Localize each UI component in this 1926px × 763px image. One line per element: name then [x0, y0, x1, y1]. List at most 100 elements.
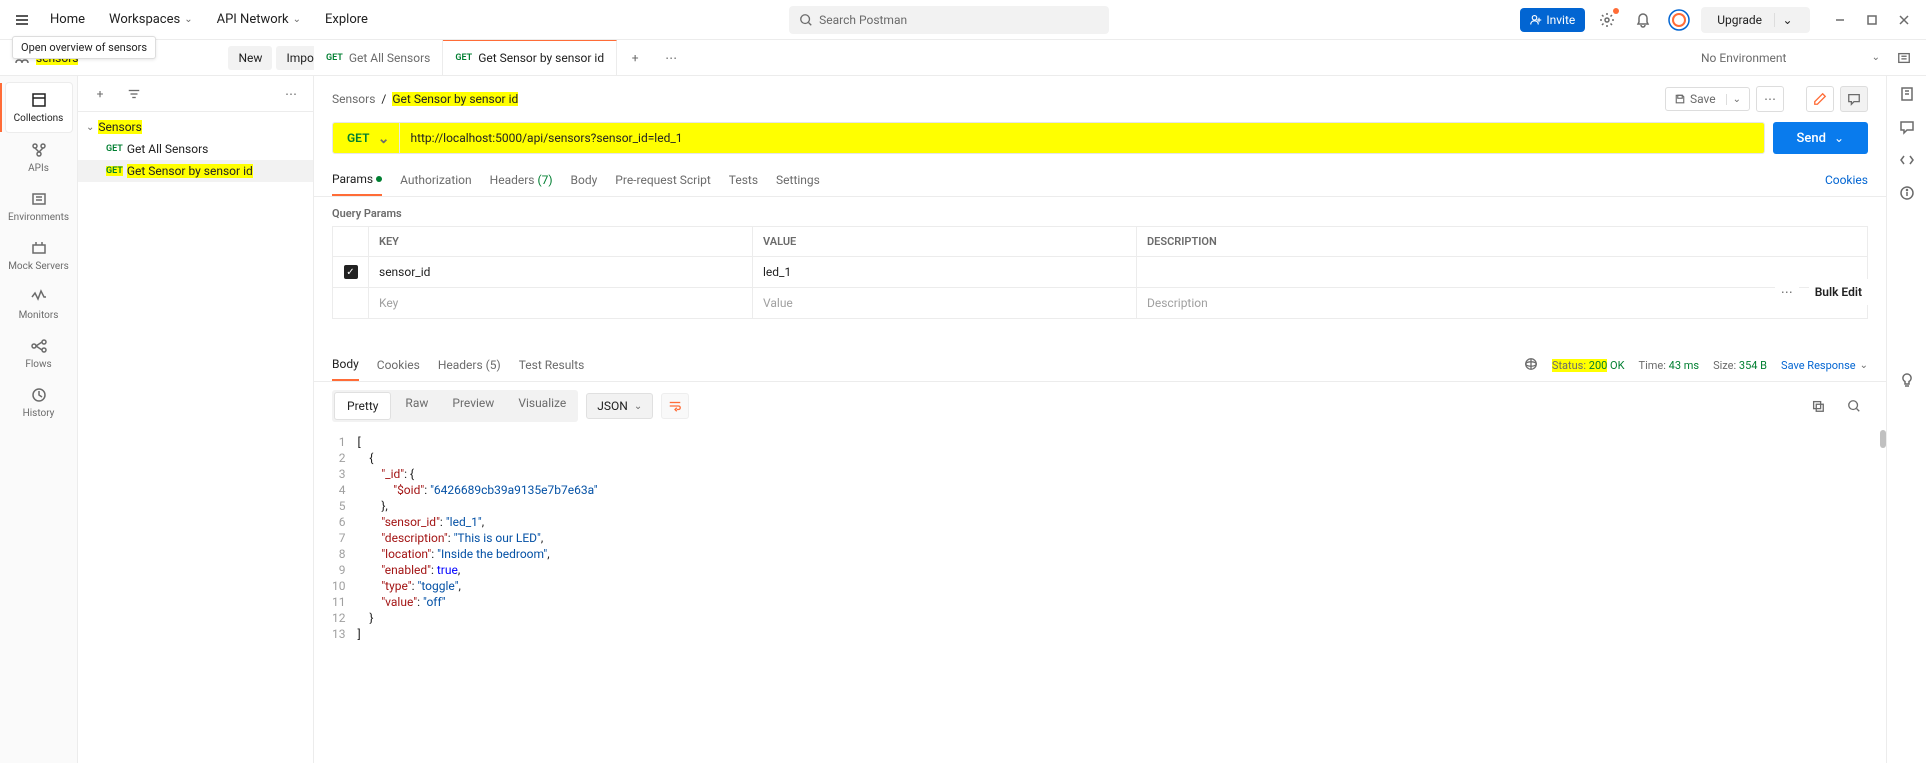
query-params-title: Query Params — [314, 197, 1886, 226]
chevron-down-icon: ⌄ — [1872, 52, 1880, 63]
chevron-down-icon: ⌄ — [634, 401, 642, 412]
save-label: Save — [1690, 92, 1716, 106]
tab-get-all-sensors[interactable]: GET Get All Sensors — [314, 40, 443, 75]
tree-item-get-all[interactable]: GET Get All Sensors — [78, 138, 313, 160]
resp-tab-tests[interactable]: Test Results — [519, 350, 585, 380]
resp-tab-headers[interactable]: Headers (5) — [438, 350, 501, 380]
req-tab-body[interactable]: Body — [571, 165, 598, 195]
menu-icon[interactable] — [8, 6, 36, 34]
save-response-label: Save Response — [1781, 359, 1856, 372]
bulk-edit-button[interactable]: Bulk Edit — [1809, 279, 1868, 305]
response-view-group: Pretty Raw Preview Visualize — [332, 390, 578, 422]
header-check — [333, 227, 369, 256]
chevron-down-icon: ⌄ — [293, 14, 301, 25]
window-minimize-icon[interactable] — [1826, 6, 1854, 34]
params-more-icon[interactable]: ⋯ — [1775, 279, 1799, 305]
header-desc: DESCRIPTION — [1137, 227, 1867, 256]
scrollbar[interactable] — [1880, 430, 1886, 448]
network-icon[interactable] — [1524, 357, 1538, 374]
send-button[interactable]: Send — [1773, 122, 1868, 154]
search-placeholder: Search Postman — [819, 13, 907, 27]
tab-add-button[interactable]: + — [617, 40, 653, 75]
param-checkbox[interactable]: ✓ — [333, 257, 369, 287]
rail-monitors[interactable]: Monitors — [5, 280, 73, 329]
param-desc-input[interactable] — [1137, 257, 1867, 287]
tree-collection-sensors[interactable]: ⌄ Sensors — [78, 116, 313, 138]
sidebar-filter-icon[interactable] — [120, 80, 148, 108]
comments-icon[interactable] — [1899, 119, 1915, 138]
avatar[interactable] — [1665, 6, 1693, 34]
rail-collections[interactable]: Collections — [5, 82, 73, 133]
rail-mock[interactable]: Mock Servers — [5, 231, 73, 280]
param-value-input[interactable]: led_1 — [753, 257, 1137, 287]
view-preview[interactable]: Preview — [440, 390, 506, 422]
req-tab-auth[interactable]: Authorization — [400, 165, 472, 195]
new-button[interactable]: New — [228, 46, 272, 70]
param-key-input[interactable]: sensor_id — [369, 257, 753, 287]
format-selector[interactable]: JSON⌄ — [586, 393, 653, 419]
rail-apis[interactable]: APIs — [5, 133, 73, 182]
cookies-link[interactable]: Cookies — [1825, 173, 1868, 187]
info-icon[interactable] — [1899, 185, 1915, 204]
param-key-placeholder[interactable]: Key — [369, 288, 753, 318]
method-selector[interactable]: GET — [333, 123, 400, 153]
lightbulb-icon[interactable] — [1899, 372, 1915, 391]
window-maximize-icon[interactable] — [1858, 6, 1886, 34]
rail-environments[interactable]: Environments — [5, 182, 73, 231]
sidebar-add-icon[interactable]: + — [86, 80, 114, 108]
edit-icon[interactable] — [1806, 86, 1834, 112]
req-tab-tests[interactable]: Tests — [729, 165, 758, 195]
rail-history[interactable]: History — [5, 378, 73, 427]
req-tab-settings[interactable]: Settings — [776, 165, 820, 195]
json-response[interactable]: 12345678910111213 [ { "_id": { "$oid": "… — [314, 430, 1886, 662]
resp-tab-cookies[interactable]: Cookies — [377, 350, 420, 380]
environment-quicklook-icon[interactable] — [1890, 44, 1918, 72]
resp-tab-body[interactable]: Body — [332, 349, 359, 381]
save-response-button[interactable]: Save Response⌄ — [1781, 359, 1868, 372]
code-icon[interactable] — [1899, 152, 1915, 171]
settings-icon[interactable] — [1593, 6, 1621, 34]
code-body: [ { "_id": { "$oid": "6426689cb39a9135e7… — [358, 434, 1869, 642]
more-actions-icon[interactable]: ⋯ — [1756, 86, 1784, 112]
notifications-icon[interactable] — [1629, 6, 1657, 34]
rail-flows[interactable]: Flows — [5, 329, 73, 378]
invite-button[interactable]: Invite — [1520, 8, 1585, 32]
upgrade-button[interactable]: Upgrade⌄ — [1701, 7, 1810, 33]
mock-icon — [30, 239, 48, 257]
view-pretty[interactable]: Pretty — [334, 392, 391, 420]
param-desc-placeholder[interactable]: Description — [1137, 288, 1867, 318]
checkbox-checked-icon: ✓ — [344, 265, 358, 279]
global-search[interactable]: Search Postman — [789, 6, 1109, 34]
tab-more-icon[interactable]: ⋯ — [653, 40, 689, 75]
wrap-lines-icon[interactable] — [661, 393, 689, 419]
url-input[interactable]: http://localhost:5000/api/sensors?sensor… — [400, 123, 1763, 153]
req-tab-prereq[interactable]: Pre-request Script — [615, 165, 710, 195]
tab-get-sensor-by-id[interactable]: GET Get Sensor by sensor id — [443, 40, 617, 75]
documentation-icon[interactable] — [1899, 86, 1915, 105]
tab-method: GET — [455, 53, 472, 63]
nav-explore[interactable]: Explore — [315, 6, 378, 33]
tree-item-get-by-id[interactable]: GET Get Sensor by sensor id — [78, 160, 313, 182]
req-tab-headers[interactable]: Headers (7) — [490, 165, 553, 195]
nav-workspaces[interactable]: Workspaces⌄ — [99, 6, 203, 33]
param-value-placeholder[interactable]: Value — [753, 288, 1137, 318]
save-button[interactable]: Save ⌄ — [1665, 87, 1750, 111]
chevron-down-icon: ⌄ — [1726, 94, 1741, 105]
nav-api-network[interactable]: API Network ⌄ — [207, 6, 311, 33]
comment-icon[interactable] — [1840, 86, 1868, 112]
breadcrumb-root[interactable]: Sensors — [332, 92, 375, 106]
sidebar-more-icon[interactable]: ⋯ — [277, 80, 305, 108]
search-response-icon[interactable] — [1840, 392, 1868, 420]
view-raw[interactable]: Raw — [393, 390, 440, 422]
window-close-icon[interactable] — [1890, 6, 1918, 34]
environment-selector[interactable]: No Environment ⌄ — [1690, 40, 1890, 75]
view-visualize[interactable]: Visualize — [506, 390, 578, 422]
nav-api-network-label: API Network — [217, 12, 289, 27]
right-rail — [1886, 76, 1926, 763]
req-tab-params[interactable]: Params — [332, 164, 382, 196]
tab-label: Get Sensor by sensor id — [478, 51, 604, 65]
nav-home[interactable]: Home — [40, 6, 95, 33]
copy-icon[interactable] — [1804, 392, 1832, 420]
search-icon — [799, 13, 813, 27]
rail-label: Mock Servers — [8, 261, 69, 272]
